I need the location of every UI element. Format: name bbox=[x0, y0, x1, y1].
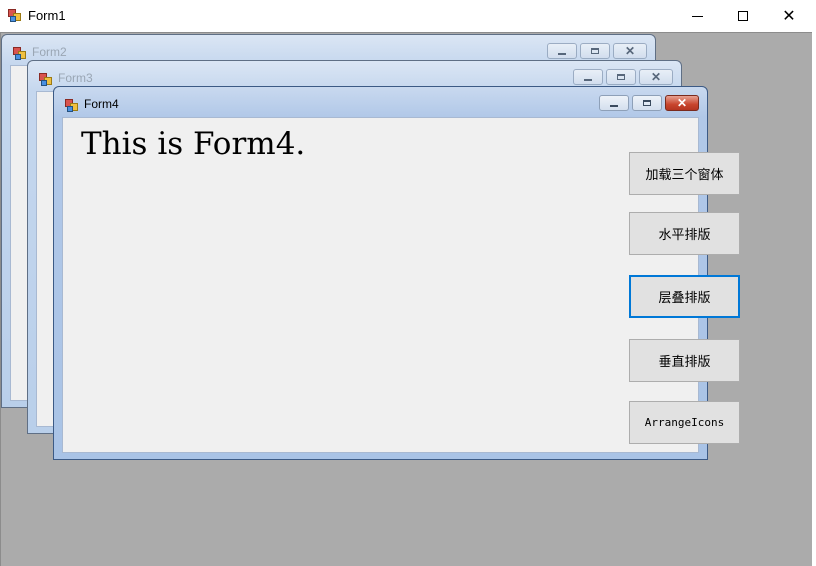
close-button[interactable]: ✕ bbox=[639, 69, 673, 85]
app-icon bbox=[8, 9, 22, 23]
app-icon bbox=[13, 47, 27, 61]
maximize-icon bbox=[643, 100, 651, 106]
close-icon: ✕ bbox=[676, 96, 688, 110]
child-client-area: This is Form4. bbox=[62, 117, 699, 453]
close-icon: ✕ bbox=[624, 44, 636, 58]
close-icon: ✕ bbox=[782, 8, 796, 25]
minimize-button[interactable] bbox=[674, 0, 720, 32]
app-icon bbox=[39, 73, 53, 87]
arrange-icons-button[interactable]: ArrangeIcons bbox=[629, 401, 740, 444]
maximize-button[interactable] bbox=[580, 43, 610, 59]
window-title: Form4 bbox=[84, 97, 119, 111]
main-window-title: Form1 bbox=[28, 8, 66, 23]
window-title: Form3 bbox=[58, 71, 93, 85]
minimize-button[interactable] bbox=[573, 69, 603, 85]
minimize-icon bbox=[584, 78, 592, 81]
window-title: Form2 bbox=[32, 45, 67, 59]
minimize-icon bbox=[610, 104, 618, 107]
close-button[interactable]: ✕ bbox=[665, 95, 699, 111]
maximize-button[interactable] bbox=[720, 0, 766, 32]
close-button[interactable]: ✕ bbox=[766, 0, 812, 32]
tile-horizontal-button[interactable]: 水平排版 bbox=[629, 212, 740, 255]
maximize-button[interactable] bbox=[606, 69, 636, 85]
load-three-forms-button[interactable]: 加载三个窗体 bbox=[629, 152, 740, 195]
tile-vertical-button[interactable]: 垂直排版 bbox=[629, 339, 740, 382]
maximize-icon bbox=[591, 48, 599, 54]
main-window: Form1 ✕ Form2 ✕ Form3 ✕ Form4 ✕ This is … bbox=[0, 0, 812, 566]
form-content-text: This is Form4. bbox=[81, 126, 306, 162]
minimize-button[interactable] bbox=[547, 43, 577, 59]
close-button[interactable]: ✕ bbox=[613, 43, 647, 59]
child-window-form4[interactable]: Form4 ✕ This is Form4. bbox=[53, 86, 708, 460]
minimize-icon bbox=[558, 52, 566, 55]
close-icon: ✕ bbox=[650, 70, 662, 84]
main-titlebar[interactable]: Form1 ✕ bbox=[0, 0, 812, 32]
minimize-icon bbox=[691, 15, 703, 17]
maximize-icon bbox=[617, 74, 625, 80]
maximize-button[interactable] bbox=[632, 95, 662, 111]
mdi-client-area: Form2 ✕ Form3 ✕ Form4 ✕ This is Form4. 加… bbox=[0, 32, 812, 566]
maximize-icon bbox=[738, 11, 748, 21]
minimize-button[interactable] bbox=[599, 95, 629, 111]
cascade-button[interactable]: 层叠排版 bbox=[629, 275, 740, 318]
app-icon bbox=[65, 99, 79, 113]
